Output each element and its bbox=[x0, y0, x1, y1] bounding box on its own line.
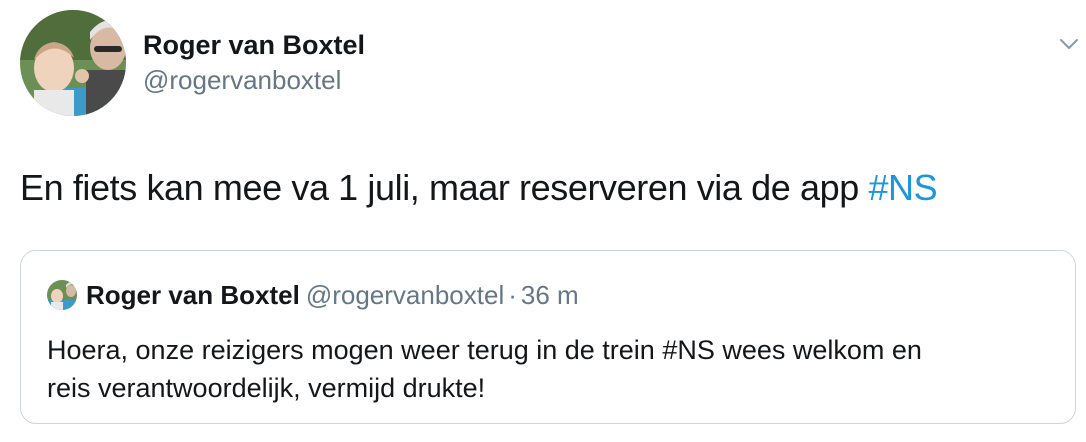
author-name[interactable]: Roger van Boxtel bbox=[143, 30, 365, 61]
quote-header: Roger van Boxtel @rogervanboxtel · 36 m bbox=[86, 280, 579, 310]
hashtag-link[interactable]: #NS bbox=[868, 167, 937, 208]
quote-author-handle[interactable]: @rogervanboxtel bbox=[306, 280, 504, 310]
quote-text: Hoera, onze reizigers mogen weer terug i… bbox=[47, 331, 1047, 407]
tweet-text: En fiets kan mee va 1 juli, maar reserve… bbox=[20, 167, 938, 209]
tweet-body: En fiets kan mee va 1 juli, maar reserve… bbox=[20, 167, 869, 208]
quoted-tweet[interactable]: Roger van Boxtel @rogervanboxtel · 36 m Hoe… bbox=[20, 250, 1076, 424]
tweet-card: Roger van Boxtel @rogervanboxtel En fiet… bbox=[0, 0, 1086, 442]
quote-text-line-1: Hoera, onze reizigers mogen weer terug i… bbox=[47, 335, 922, 365]
separator-dot: · bbox=[508, 280, 517, 310]
quote-author-avatar[interactable] bbox=[47, 280, 77, 310]
quote-timestamp[interactable]: 36 m bbox=[521, 280, 579, 310]
chevron-down-icon[interactable] bbox=[1058, 36, 1080, 52]
quote-text-line-2: reis verantwoordelijk, vermijd drukte! bbox=[47, 373, 486, 403]
author-handle[interactable]: @rogervanboxtel bbox=[143, 65, 341, 96]
author-avatar[interactable] bbox=[20, 10, 126, 116]
quote-author-name[interactable]: Roger van Boxtel bbox=[86, 280, 300, 310]
